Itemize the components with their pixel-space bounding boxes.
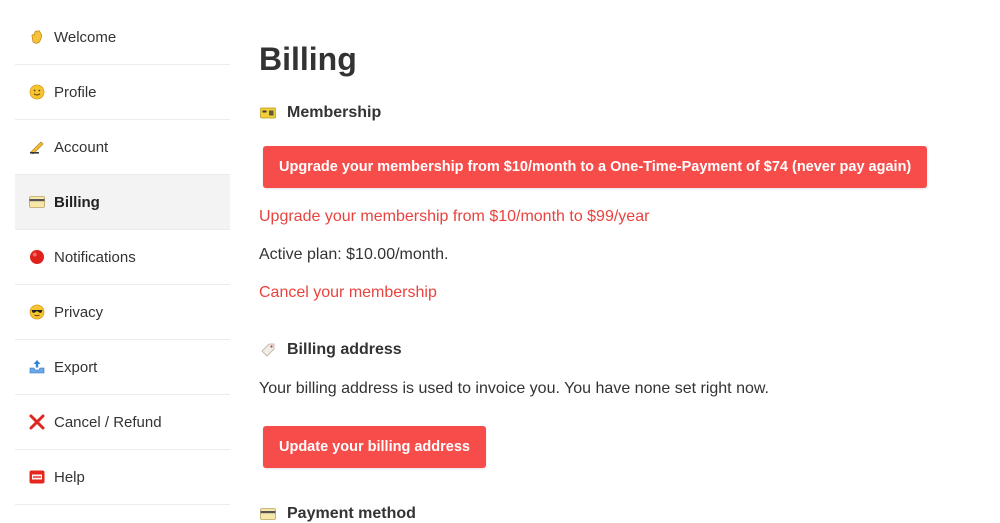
sidebar-item-help[interactable]: Help: [15, 450, 230, 505]
active-plan-text: Active plan: $10.00/month.: [259, 246, 449, 263]
credit-card-icon: [28, 193, 46, 211]
payment-method-heading: Payment method: [259, 505, 416, 523]
waving-hand-icon: [28, 28, 46, 46]
credit-card-icon: [259, 505, 277, 523]
billing-address-heading: Billing address: [259, 341, 402, 359]
upgrade-yearly-link[interactable]: Upgrade your membership from $10/month t…: [259, 208, 649, 226]
sidebar-item-welcome[interactable]: Welcome: [15, 10, 230, 65]
writing-hand-icon: [28, 138, 46, 156]
ticket-icon: [259, 104, 277, 122]
sidebar-item-label: Notifications: [54, 248, 136, 266]
cross-mark-icon: [28, 413, 46, 431]
sidebar-item-label: Billing: [54, 193, 100, 211]
sidebar-item-label: Account: [54, 138, 109, 156]
tag-icon: [259, 341, 277, 359]
sidebar-item-billing[interactable]: Billing: [15, 175, 230, 230]
sidebar-item-privacy[interactable]: Privacy: [15, 285, 230, 340]
sos-icon: [28, 468, 46, 486]
sidebar-item-account[interactable]: Account: [15, 120, 230, 175]
outbox-tray-icon: [28, 358, 46, 376]
smiley-face-icon: [28, 83, 46, 101]
sidebar-item-export[interactable]: Export: [15, 340, 230, 395]
red-circle-icon: [28, 248, 46, 266]
sidebar-item-notifications[interactable]: Notifications: [15, 230, 230, 285]
membership-heading: Membership: [259, 104, 381, 122]
sidebar-item-label: Cancel / Refund: [54, 413, 162, 431]
update-billing-address-button[interactable]: Update your billing address: [263, 426, 486, 468]
sunglasses-face-icon: [28, 303, 46, 321]
cancel-membership-link[interactable]: Cancel your membership: [259, 284, 437, 302]
sidebar-item-profile[interactable]: Profile: [15, 65, 230, 120]
billing-address-heading-text: Billing address: [287, 341, 402, 358]
sidebar: Welcome Profile Account Billing Notifica…: [15, 10, 230, 505]
billing-address-description: Your billing address is used to invoice …: [259, 380, 769, 397]
sidebar-item-label: Profile: [54, 83, 97, 101]
upgrade-lifetime-button[interactable]: Upgrade your membership from $10/month t…: [263, 146, 928, 188]
sidebar-item-label: Help: [54, 468, 85, 486]
sidebar-item-label: Privacy: [54, 303, 104, 321]
sidebar-item-label: Export: [54, 358, 98, 376]
membership-heading-text: Membership: [287, 104, 382, 121]
sidebar-item-label: Welcome: [54, 28, 117, 46]
payment-method-heading-text: Payment method: [287, 505, 416, 522]
sidebar-item-cancel-refund[interactable]: Cancel / Refund: [15, 395, 230, 450]
page-title: Billing: [259, 41, 357, 77]
